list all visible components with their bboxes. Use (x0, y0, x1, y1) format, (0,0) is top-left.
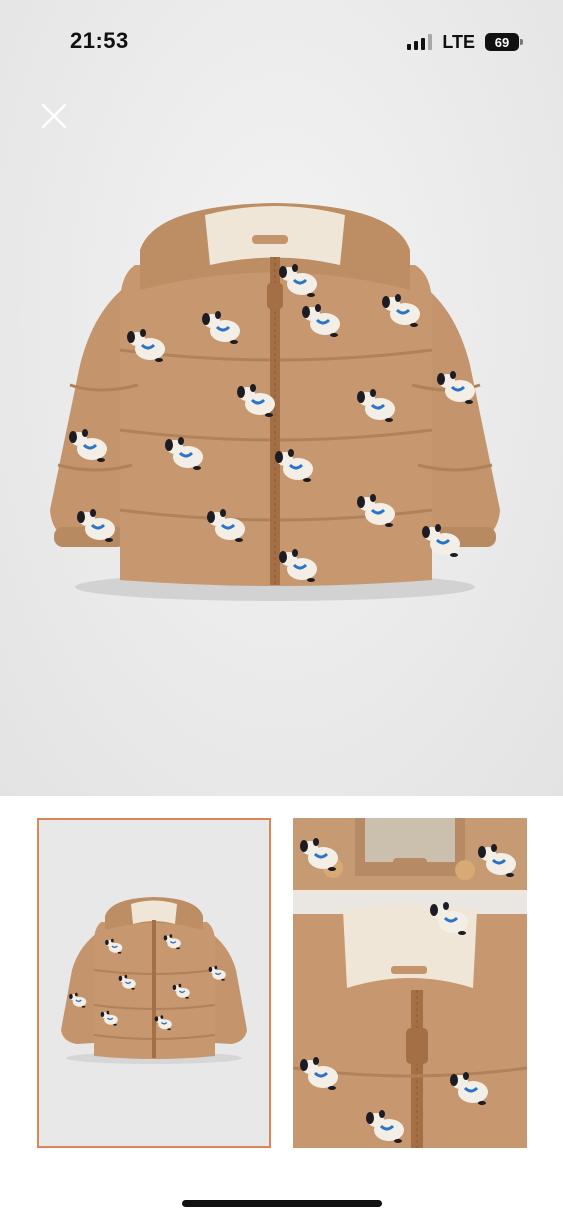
home-indicator[interactable] (182, 1200, 382, 1207)
product-main-image[interactable] (40, 195, 510, 605)
cellular-signal-icon (407, 34, 433, 50)
network-type: LTE (442, 31, 475, 52)
close-button[interactable] (38, 100, 70, 132)
thumbnail-1-image (39, 820, 269, 1146)
battery-icon: 69 (485, 33, 523, 51)
thumbnail-2-image (293, 818, 527, 1148)
battery-level: 69 (494, 34, 510, 50)
status-bar: 21:53 LTE 69 (0, 0, 563, 86)
product-hero: 21:53 LTE 69 (0, 0, 563, 796)
thumbnail-2[interactable] (293, 818, 527, 1148)
status-time: 21:53 (70, 28, 129, 53)
thumbnail-strip (0, 796, 563, 1176)
status-indicators: LTE 69 (407, 31, 523, 53)
close-icon (41, 103, 67, 129)
thumbnail-1-selected[interactable] (37, 818, 271, 1148)
